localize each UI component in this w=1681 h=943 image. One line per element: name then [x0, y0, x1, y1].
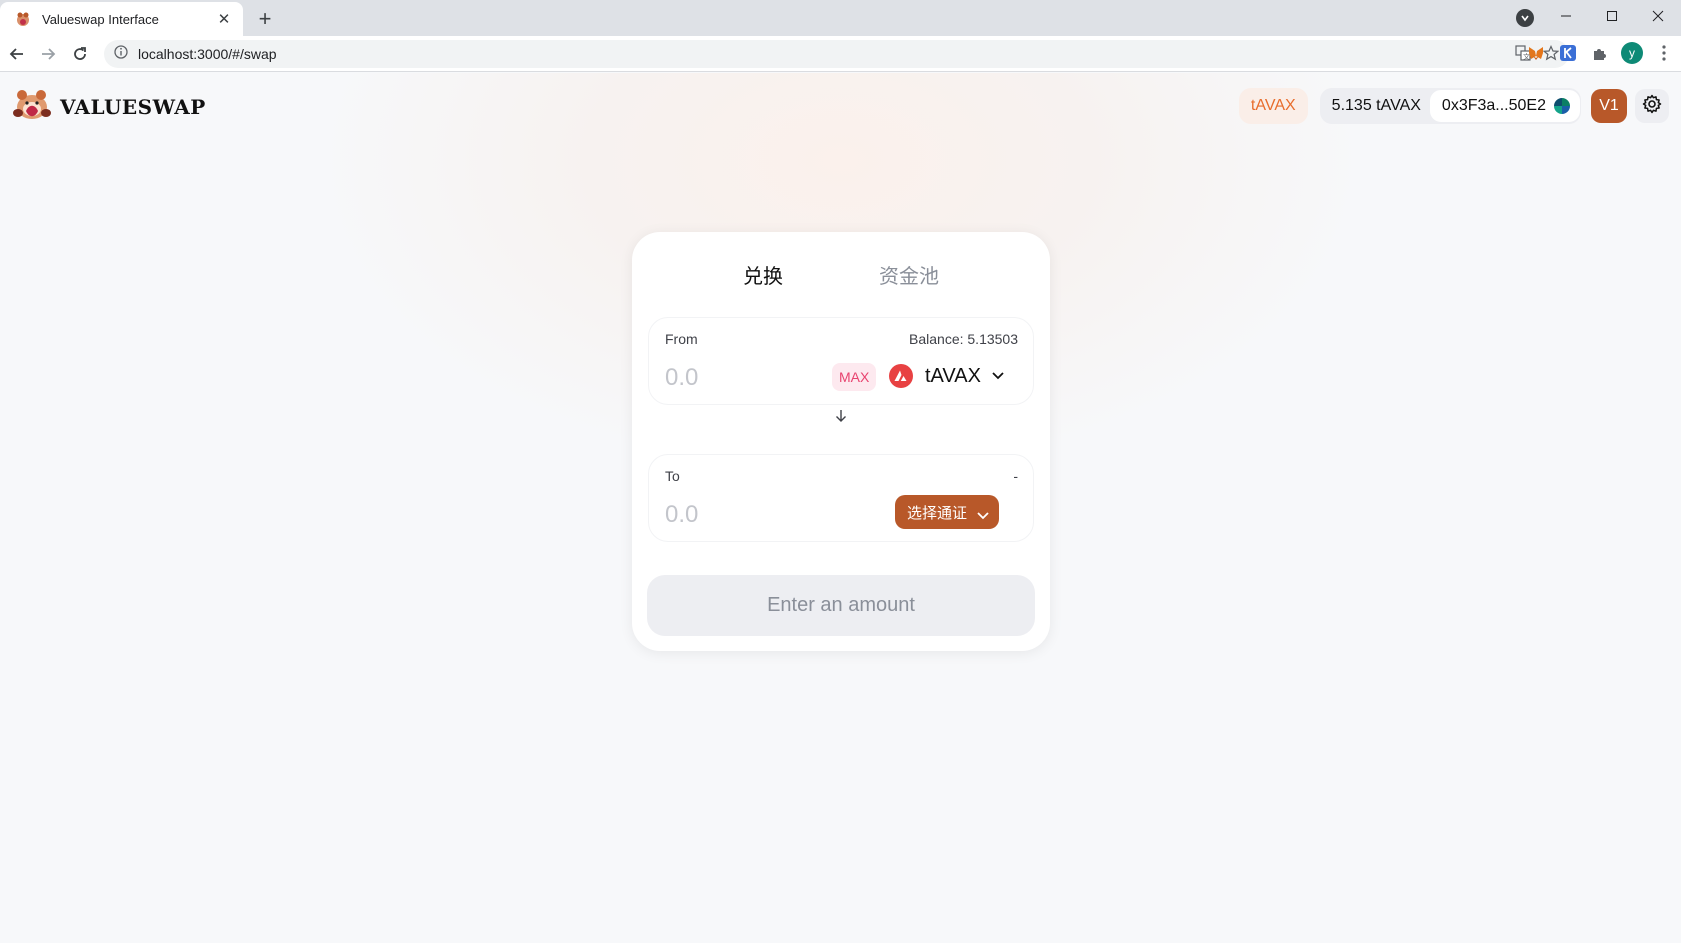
info-icon[interactable]	[114, 44, 128, 64]
version-button[interactable]: V1	[1591, 89, 1627, 123]
address-bar[interactable]: localhost:3000/#/swap 文	[104, 40, 1569, 68]
close-icon[interactable]: ✕	[215, 10, 233, 28]
metamask-icon[interactable]	[1525, 42, 1547, 64]
url-text: localhost:3000/#/swap	[138, 46, 277, 62]
chevron-down-icon	[991, 369, 1005, 383]
enter-amount-button[interactable]: Enter an amount	[647, 575, 1035, 636]
header-actions: tAVAX 5.135 tAVAX 0x3F3a...50E2 V1	[1238, 88, 1669, 124]
menu-dots-icon[interactable]	[1653, 42, 1675, 64]
profile-avatar[interactable]: y	[1621, 42, 1643, 64]
app-root: VALUESWAP tAVAX 5.135 tAVAX 0x3F3a...50E…	[0, 73, 1681, 943]
tab-pool[interactable]: 资金池	[879, 260, 939, 289]
browser-toolbar: localhost:3000/#/swap 文 y	[0, 36, 1681, 72]
chevron-down-icon	[977, 506, 989, 524]
to-label: To	[665, 468, 680, 484]
to-amount-input[interactable]: 0.0	[665, 501, 698, 529]
browser-tab-bar: Valueswap Interface ✕ +	[0, 0, 1681, 36]
from-balance: Balance: 5.13503	[909, 331, 1018, 347]
puzzle-icon[interactable]	[1589, 42, 1611, 64]
from-panel: From Balance: 5.13503 0.0 MAX tAVAX	[648, 317, 1034, 405]
to-balance: -	[1013, 468, 1018, 484]
reload-icon[interactable]	[67, 41, 93, 67]
from-amount-input[interactable]: 0.0	[665, 364, 698, 392]
avax-icon	[889, 364, 913, 388]
logo-text: VALUESWAP	[60, 94, 206, 119]
logo-mascot-icon	[10, 87, 54, 126]
browser-tab[interactable]: Valueswap Interface ✕	[0, 2, 243, 36]
tab-search-icon[interactable]	[1516, 9, 1534, 27]
wallet-address-button[interactable]: 0x3F3a...50E2	[1428, 89, 1581, 123]
max-button[interactable]: MAX	[832, 363, 877, 391]
logo[interactable]: VALUESWAP	[10, 87, 206, 126]
favicon-icon	[14, 10, 32, 28]
tab-swap[interactable]: 兑换	[743, 260, 783, 289]
wallet-balance: 5.135 tAVAX	[1331, 97, 1421, 114]
select-token-label: 选择通证	[907, 503, 968, 522]
back-arrow-icon[interactable]	[4, 41, 30, 67]
to-panel: To - 0.0 选择通证	[648, 454, 1034, 542]
tab-title: Valueswap Interface	[42, 11, 159, 27]
close-window-button[interactable]	[1635, 0, 1681, 32]
from-label: From	[665, 331, 698, 347]
identicon-icon	[1554, 98, 1570, 114]
select-token-button[interactable]: 选择通证	[895, 495, 999, 529]
minimize-button[interactable]	[1543, 0, 1589, 32]
forward-arrow-icon[interactable]	[35, 41, 61, 67]
arrow-down-icon[interactable]	[834, 409, 848, 423]
gear-icon	[1642, 94, 1662, 119]
account-group: 5.135 tAVAX 0x3F3a...50E2	[1319, 88, 1581, 124]
network-badge[interactable]: tAVAX	[1238, 88, 1308, 124]
from-token-symbol: tAVAX	[925, 364, 981, 387]
k-extension-icon[interactable]	[1557, 42, 1579, 64]
from-token-select[interactable]: tAVAX	[889, 360, 1005, 392]
swap-card: 兑换 资金池 From Balance: 5.13503 0.0 MAX tAV…	[632, 232, 1050, 651]
wallet-address: 0x3F3a...50E2	[1441, 97, 1546, 114]
settings-button[interactable]	[1635, 89, 1669, 123]
new-tab-button[interactable]: +	[252, 6, 278, 32]
maximize-button[interactable]	[1589, 0, 1635, 32]
